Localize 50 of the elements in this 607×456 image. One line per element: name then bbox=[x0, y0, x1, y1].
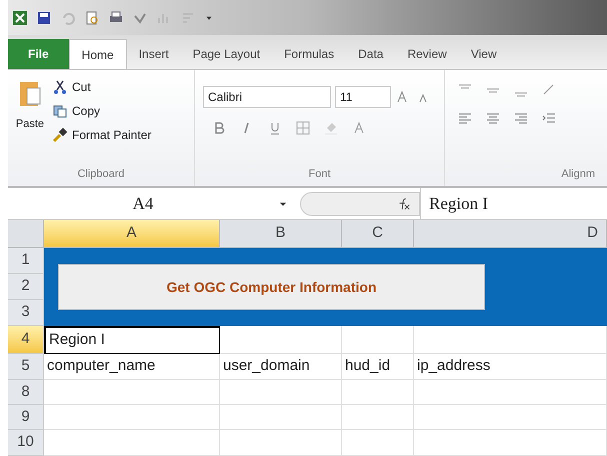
column-header[interactable]: B bbox=[220, 220, 342, 248]
ribbon-tab[interactable]: View bbox=[458, 39, 509, 69]
group-label: Alignm bbox=[560, 166, 595, 182]
column-header[interactable]: D bbox=[414, 220, 607, 248]
table-cell: Region I bbox=[44, 326, 220, 354]
table-cell bbox=[342, 405, 414, 430]
macro-button[interactable]: Get OGC Computer Information bbox=[58, 264, 485, 310]
row-header[interactable]: 9 bbox=[8, 405, 44, 430]
table-cell: hud_id bbox=[342, 354, 414, 380]
formula-field[interactable]: Region I bbox=[420, 188, 607, 219]
paste-button[interactable]: Paste bbox=[8, 74, 52, 166]
ribbon-tab[interactable]: Formulas bbox=[272, 39, 346, 69]
table-cell bbox=[342, 326, 414, 354]
ribbon-tab[interactable]: Home bbox=[68, 39, 127, 69]
name-box[interactable]: A4 bbox=[8, 188, 278, 219]
insert-function-icon[interactable] bbox=[397, 196, 411, 210]
copy-button[interactable]: Copy bbox=[52, 102, 152, 120]
ribbon-tab[interactable]: Review bbox=[395, 39, 459, 69]
save-icon[interactable] bbox=[36, 10, 52, 26]
cut-button[interactable]: Cut bbox=[52, 78, 152, 96]
row-header[interactable]: 10 bbox=[8, 430, 44, 456]
table-cell bbox=[342, 380, 414, 405]
font-size-field[interactable]: 11 bbox=[335, 86, 391, 108]
format-painter-button[interactable]: Format Painter bbox=[52, 126, 152, 144]
ribbon-tab[interactable]: Data bbox=[346, 39, 396, 69]
row-header[interactable]: 8 bbox=[8, 380, 44, 405]
group-label: Clipboard bbox=[76, 166, 126, 182]
borders-icon[interactable] bbox=[295, 120, 311, 136]
row-header[interactable]: 4 bbox=[8, 326, 44, 354]
table-cell: computer_name bbox=[44, 354, 220, 380]
column-header[interactable]: C bbox=[342, 220, 414, 248]
spreadsheet-logo-icon[interactable] bbox=[12, 10, 28, 26]
column-header[interactable]: A bbox=[44, 220, 220, 248]
table-cell bbox=[342, 430, 414, 456]
row-header[interactable]: 5 bbox=[8, 354, 44, 380]
font-name-field[interactable]: Calibri bbox=[203, 86, 331, 108]
row-header[interactable]: 2 bbox=[8, 274, 44, 300]
fill-color-icon[interactable] bbox=[323, 120, 339, 136]
paintbrush-icon[interactable] bbox=[52, 127, 68, 143]
row-header[interactable]: 3 bbox=[8, 300, 44, 326]
table-cell: ip_address bbox=[414, 354, 607, 380]
group-label: Font bbox=[307, 166, 332, 182]
print-preview-icon[interactable] bbox=[84, 10, 100, 26]
scissors-icon[interactable] bbox=[52, 79, 68, 95]
ribbon-tab[interactable]: Insert bbox=[126, 39, 181, 69]
ribbon-tab[interactable]: Page Layout bbox=[180, 39, 272, 69]
ribbon-tab[interactable]: File bbox=[8, 39, 69, 69]
table-cell: user_domain bbox=[220, 354, 342, 380]
row-header[interactable]: 1 bbox=[8, 248, 44, 274]
copy-icon[interactable] bbox=[52, 103, 68, 119]
